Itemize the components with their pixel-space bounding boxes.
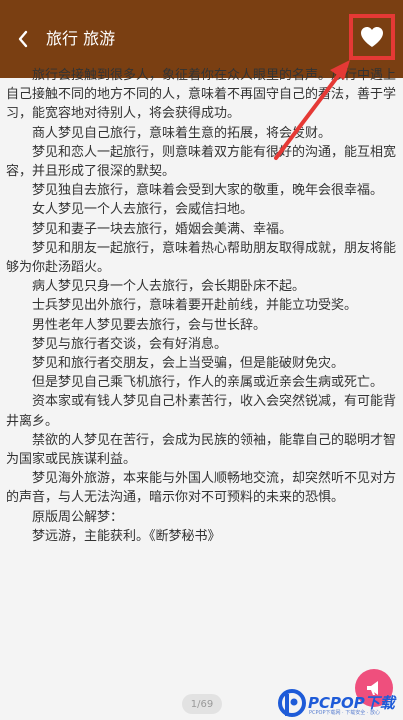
article-paragraph: 男性老年人梦见要去旅行，会与世长辞。	[32, 317, 267, 333]
app-root: 旅行 旅游 旅行会接触到很多人，象征着你在众人眼里的名声。旅行中遇上自己接触不同…	[0, 0, 403, 720]
article-paragraph: 商人梦见自己旅行，意味着生意的拓展，将会发财。	[32, 125, 332, 141]
article-paragraph: 梦见和恋人一起旅行，则意味着双方能有很好的沟通，能互相宽容，并且形成了很深的默契…	[6, 144, 397, 180]
dream-article: 旅行会接触到很多人，象征着你在众人眼里的名声。旅行中遇上自己接触不同的地方不同的…	[0, 62, 403, 546]
article-paragraph: 病人梦见只身一个人去旅行，会长期卧床不起。	[32, 279, 306, 295]
article-paragraph: 但是梦见自己乘飞机旅行，作人的亲属或近亲会生病或死亡。	[32, 375, 384, 391]
article-paragraph: 梦见和妻子一块去旅行，婚姻会美满、幸福。	[32, 221, 293, 237]
page-indicator: 1/69	[182, 694, 222, 714]
article-paragraph: 旅行会接触到很多人，象征着你在众人眼里的名声。旅行中遇上自己接触不同的地方不同的…	[6, 68, 397, 122]
heart-icon	[361, 27, 383, 47]
back-chevron-icon	[18, 30, 28, 48]
article-paragraph: 梦见和旅行者交朋友，会上当受骗，但是能破财免灾。	[32, 356, 345, 372]
article-paragraph: 原版周公解梦：	[32, 509, 124, 525]
article-paragraph: 梦远游，主能获利。《断梦秘书》	[32, 528, 221, 544]
article-paragraph: 士兵梦见出外旅行，意味着要开赴前线，并能立功受奖。	[32, 298, 358, 314]
share-button[interactable]	[355, 669, 393, 707]
article-paragraph: 梦见海外旅游，本来能与外国人顺畅地交流，却突然听不见对方的声音，与人无法沟通，暗…	[6, 471, 397, 506]
megaphone-icon	[367, 681, 378, 695]
favorite-button[interactable]	[349, 14, 395, 60]
page-title: 旅行 旅游	[46, 29, 116, 48]
article-paragraph: 女人梦见一个人去旅行，会威信扫地。	[32, 202, 254, 218]
article-paragraph: 资本家或有钱人梦见自己朴素苦行，收入会突然锐减，有可能背井离乡。	[6, 394, 397, 429]
article-paragraph: 梦见与旅行者交谈，会有好消息。	[32, 336, 228, 352]
pcpop-logo-icon	[278, 689, 306, 717]
article-paragraph: 禁欲的人梦见在苦行，会成为民族的领袖，能靠自己的聪明才智为国家或民族谋利益。	[6, 432, 397, 468]
watermark-subtext: PCPOP下载网 · 下载安全 · 放心	[309, 710, 381, 716]
article-paragraph: 梦见独自去旅行，意味着会受到大家的敬重，晚年会很幸福。	[32, 183, 384, 199]
article-paragraph: 梦见和朋友一起旅行，意味着热心帮助朋友取得成就，朋友将能够为你赴汤蹈火。	[6, 240, 397, 276]
